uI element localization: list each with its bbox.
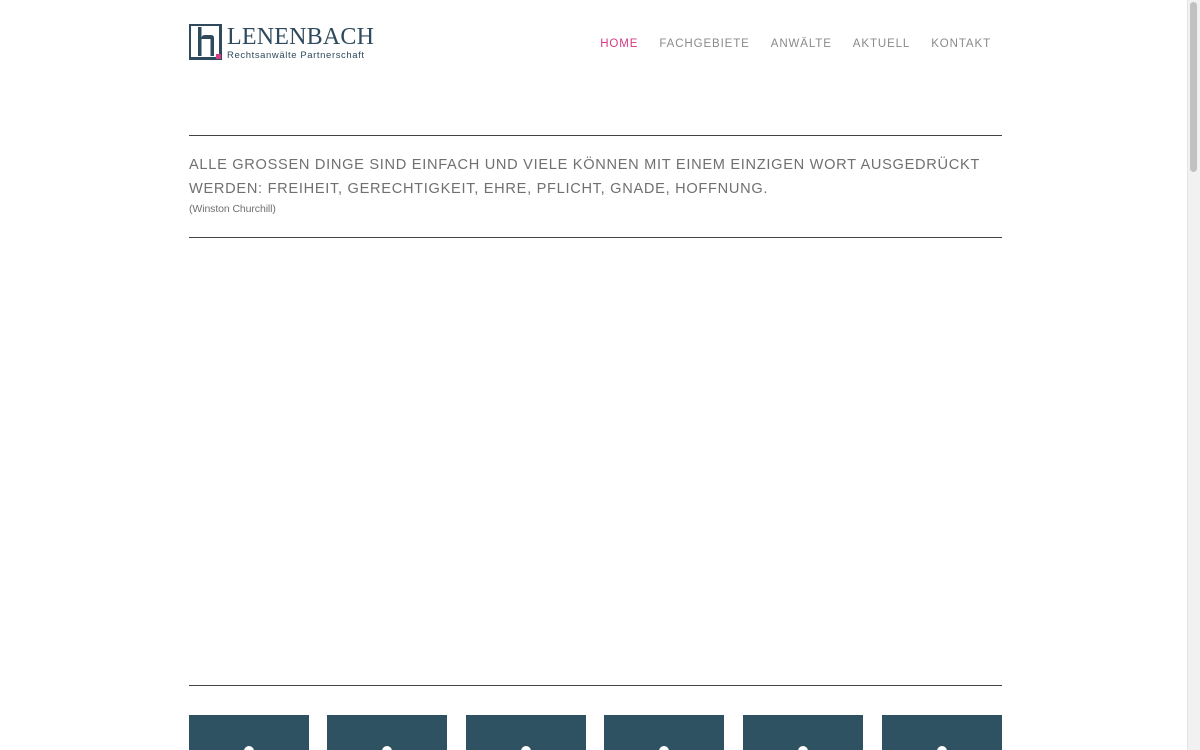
- brand-subtitle: Rechtsanwälte Partnerschaft: [227, 50, 365, 61]
- tile-icon: [659, 746, 669, 750]
- content-container: LENENBACH Rechtsanwälte Partnerschaft HO…: [188, 0, 1002, 750]
- divider-quote-bottom: [189, 237, 1002, 238]
- nav-item-kontakt: KONTAKT: [931, 34, 991, 52]
- brand-name: LENENBACH: [227, 24, 375, 50]
- tile-icon: [382, 746, 392, 750]
- logo-text: LENENBACH Rechtsanwälte Partnerschaft: [227, 24, 374, 61]
- nav-link-kontakt[interactable]: KONTAKT: [931, 38, 991, 50]
- nav-item-fachgebiete: FACHGEBIETE: [659, 34, 749, 52]
- nav-link-aktuell[interactable]: AKTUELL: [853, 38, 910, 50]
- feature-tile-6[interactable]: [882, 715, 1002, 750]
- vertical-scrollbar[interactable]: [1187, 0, 1200, 750]
- nav-item-aktuell: AKTUELL: [853, 34, 910, 52]
- scrollbar-thumb[interactable]: [1190, 2, 1197, 172]
- nav-link-anwaelte[interactable]: ANWÄLTE: [771, 38, 832, 50]
- page: LENENBACH Rechtsanwälte Partnerschaft HO…: [0, 0, 1200, 750]
- main-navigation: HOME FACHGEBIETE ANWÄLTE AKTUELL KONTAKT: [600, 34, 991, 52]
- divider-top: [189, 135, 1002, 136]
- nav-link-fachgebiete[interactable]: FACHGEBIETE: [659, 38, 749, 50]
- feature-tile-4[interactable]: [604, 715, 724, 750]
- tile-icon: [244, 746, 254, 750]
- site-logo[interactable]: LENENBACH Rechtsanwälte Partnerschaft: [188, 23, 374, 61]
- divider-tiles: [189, 685, 1002, 686]
- feature-tile-1[interactable]: [189, 715, 309, 750]
- feature-tile-2[interactable]: [327, 715, 447, 750]
- tile-icon: [521, 746, 531, 750]
- quote-text: ALLE GROSSEN DINGE SIND EINFACH UND VIEL…: [189, 157, 980, 197]
- feature-tile-5[interactable]: [743, 715, 863, 750]
- nav-link-home[interactable]: HOME: [600, 38, 638, 50]
- feature-tiles: [189, 715, 1002, 750]
- tile-icon: [937, 746, 947, 750]
- quote-block: ALLE GROSSEN DINGE SIND EINFACH UND VIEL…: [189, 153, 989, 215]
- feature-tile-3[interactable]: [466, 715, 586, 750]
- quote-author: (Winston Churchill): [189, 203, 276, 215]
- tile-icon: [798, 746, 808, 750]
- nav-item-home: HOME: [600, 34, 638, 52]
- lh-monogram-icon: [188, 23, 222, 60]
- nav-item-anwaelte: ANWÄLTE: [771, 34, 832, 52]
